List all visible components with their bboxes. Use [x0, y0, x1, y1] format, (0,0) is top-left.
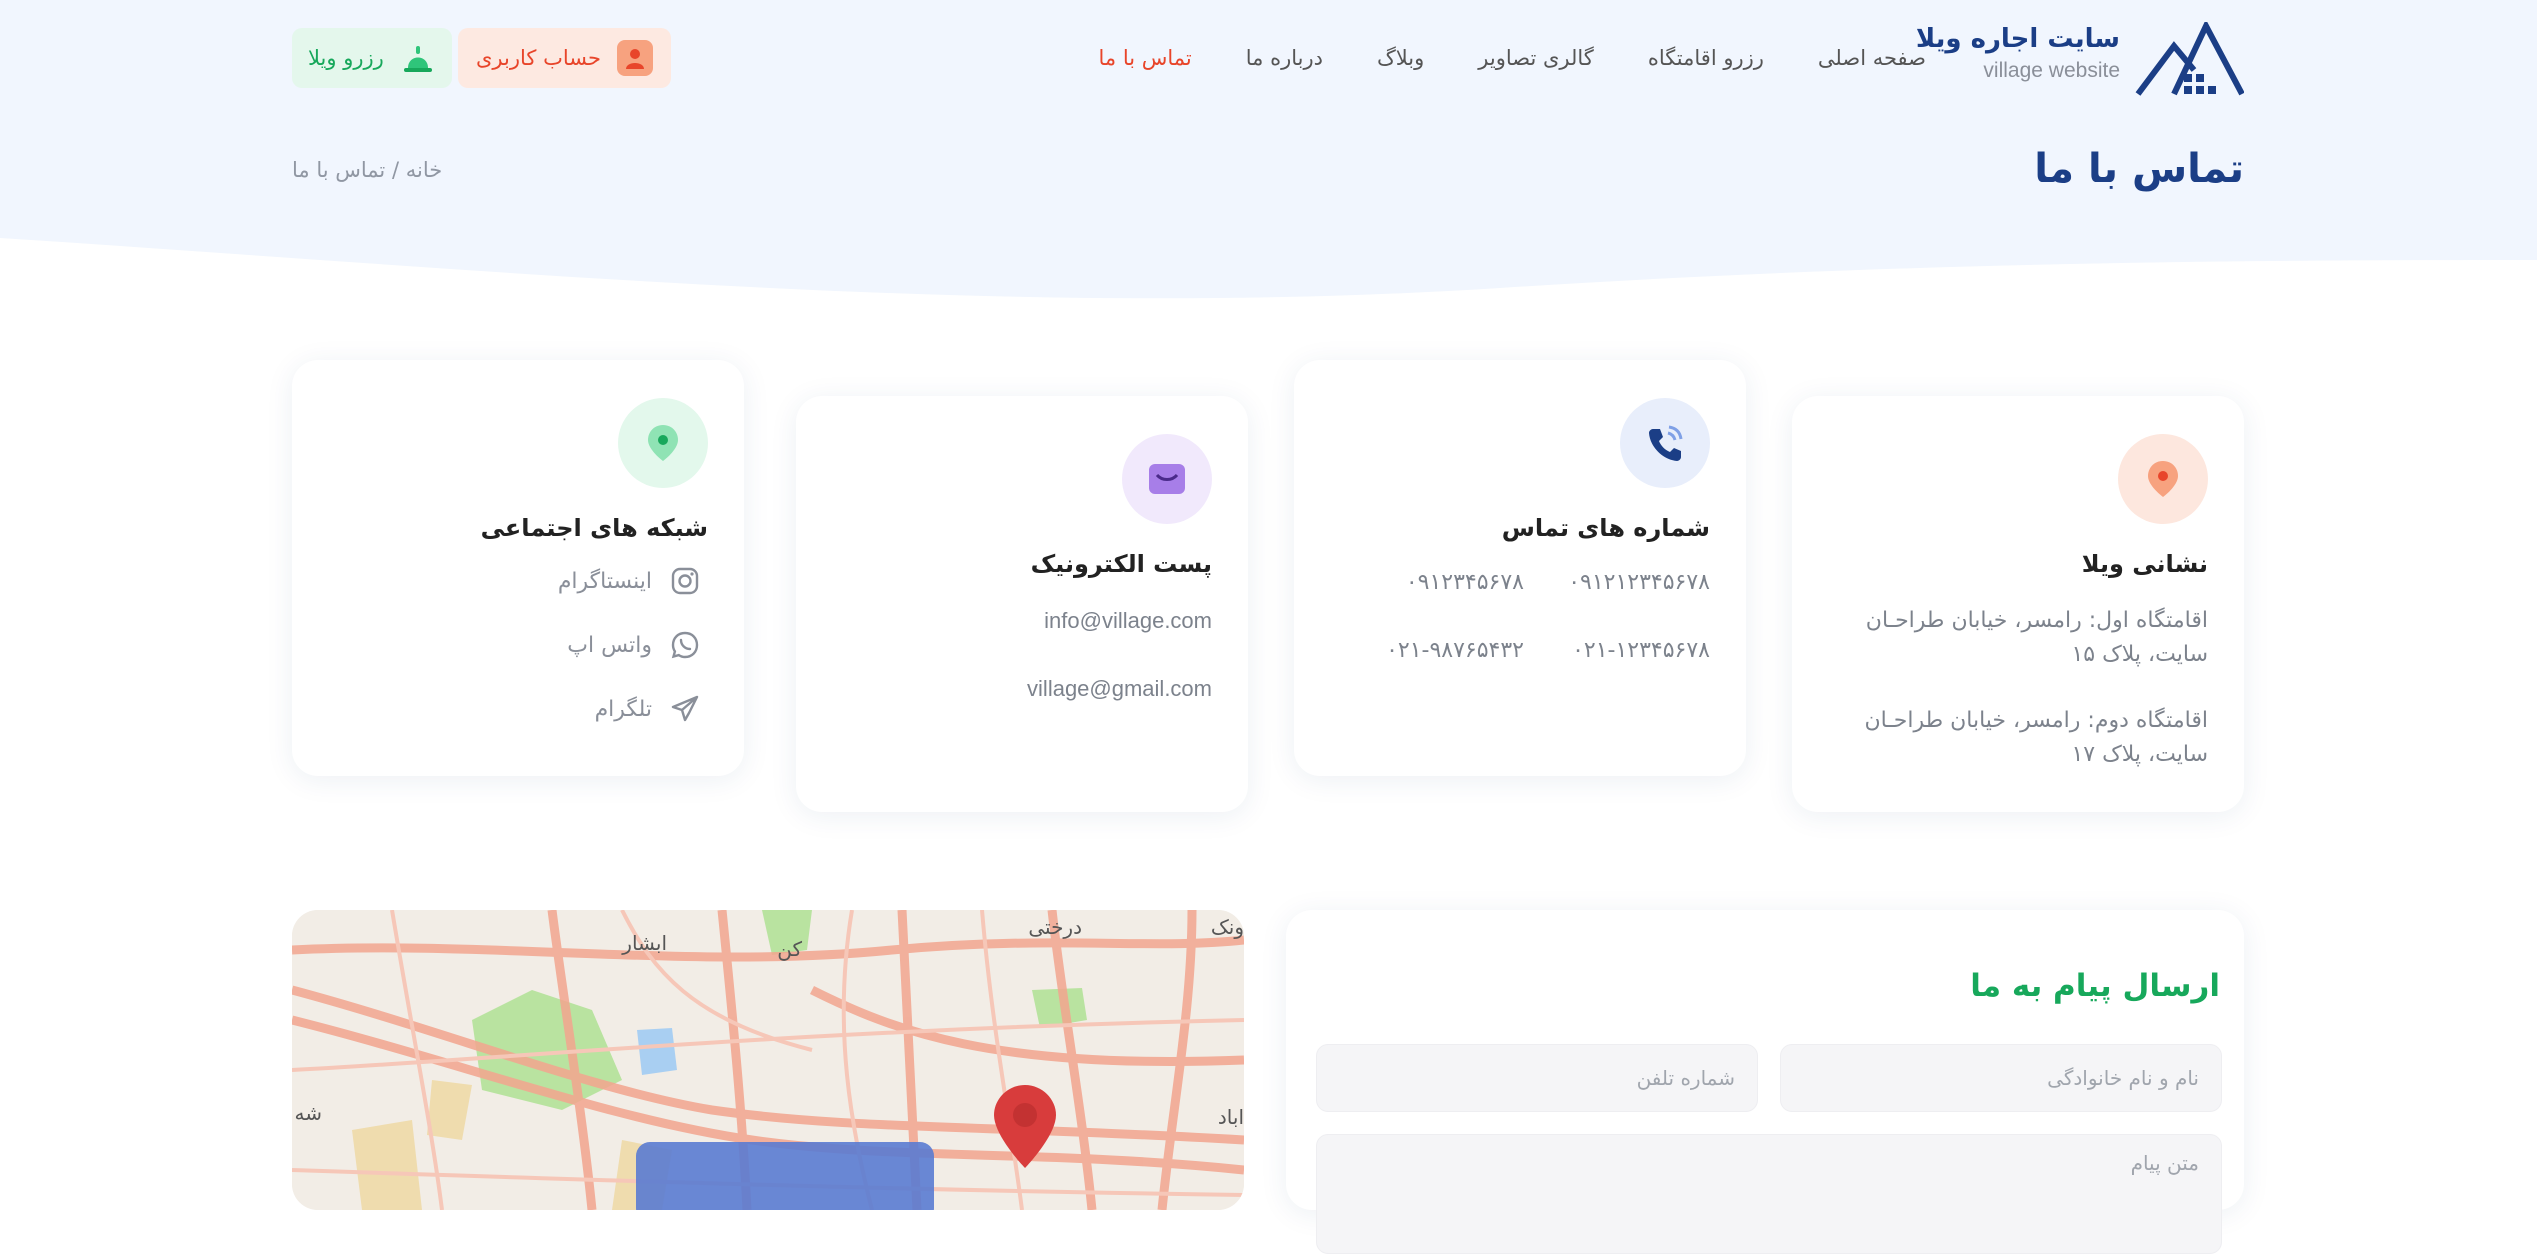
- phones-card-title: شماره های تماس: [1501, 514, 1710, 542]
- instagram-icon: [671, 567, 699, 595]
- reserve-villa-label: رزرو ویلا: [308, 46, 384, 70]
- bell-icon: [400, 40, 436, 76]
- user-icon: [616, 40, 653, 76]
- social-label-telegram: تلگرام: [594, 696, 652, 722]
- form-title: ارسال پیام به ما: [1970, 968, 2220, 1004]
- map-label-3: ابشار: [621, 931, 667, 955]
- email-address-2[interactable]: village@gmail.com: [1027, 672, 1212, 706]
- phone-number-1[interactable]: ۰۹۱۲۱۲۳۴۵۶۷۸: [1568, 566, 1710, 600]
- social-label-instagram: اینستاگرام: [557, 568, 652, 594]
- map-label-6: شه: [295, 1101, 322, 1125]
- social-card-title: شبکه های اجتماعی: [480, 514, 708, 542]
- phones-card: شماره های تماس ۰۹۱۲۱۲۳۴۵۶۷۸ ۰۹۱۲۳۴۵۶۷۸ ۰…: [1294, 360, 1746, 776]
- email-address-1[interactable]: info@village.com: [1044, 604, 1212, 638]
- email-card: پست الکترونیک info@village.com village@g…: [796, 396, 1248, 812]
- map-label-4: ونک: [1211, 915, 1244, 939]
- social-link-telegram[interactable]: تلگرام: [595, 694, 700, 724]
- social-card: شبکه های اجتماعی اینستاگرام واتس اپ تلگر…: [292, 360, 744, 776]
- location-map[interactable]: درختی کن ابشار ونک اباد شه: [292, 910, 1244, 1210]
- breadcrumb-separator: /: [391, 158, 400, 182]
- nav-item-reserve-lodging[interactable]: رزرو اقامتگاه: [1648, 38, 1764, 78]
- address-line-2: اقامتگاه دوم: رامسر، خیابان طراحـان سایت…: [1864, 708, 2208, 767]
- whatsapp-icon: [671, 631, 699, 659]
- location-icon: [618, 398, 708, 488]
- map-label-5: اباد: [1218, 1105, 1244, 1129]
- nav-item-contact[interactable]: تماس با ما: [1099, 38, 1192, 78]
- address-card-title: نشانی ویلا: [2081, 550, 2208, 578]
- account-button-label: حساب کاربری: [476, 46, 601, 70]
- reserve-villa-button[interactable]: رزرو ویلا: [292, 28, 452, 88]
- nav-item-about[interactable]: درباره ما: [1246, 38, 1323, 78]
- phone-icon: [1620, 398, 1710, 488]
- breadcrumb: خانه / تماس با ما: [292, 158, 442, 182]
- telegram-icon: [671, 695, 699, 722]
- address-card: نشانی ویلا اقامتگاه اول: رامسر، خیابان ط…: [1792, 396, 2244, 812]
- map-info-overlay: [636, 1142, 934, 1210]
- main-nav: صفحه اصلی رزرو اقامتگاه گالری تصاویر وبل…: [1099, 38, 1927, 78]
- map-canvas: درختی کن ابشار ونک اباد شه: [292, 910, 1244, 1210]
- location-pin-icon: [2118, 434, 2208, 524]
- map-label-1: درختی: [1028, 915, 1082, 939]
- contact-form: ارسال پیام به ما: [1286, 910, 2244, 1254]
- social-link-instagram[interactable]: اینستاگرام: [558, 566, 700, 596]
- email-card-title: پست الکترونیک: [1030, 550, 1212, 578]
- phone-number-2[interactable]: ۰۹۱۲۳۴۵۶۷۸: [1406, 566, 1524, 600]
- address-line-1: اقامتگاه اول: رامسر، خیابان طراحـان سایت…: [1865, 608, 2208, 667]
- phone-number-4[interactable]: ۰۲۱-۹۸۷۶۵۴۳۲: [1386, 634, 1524, 668]
- message-textarea[interactable]: [1316, 1134, 2222, 1254]
- social-link-whatsapp[interactable]: واتس اپ: [567, 630, 700, 660]
- logo-icon[interactable]: [2134, 22, 2244, 96]
- nav-item-gallery[interactable]: گالری تصاویر: [1478, 38, 1594, 78]
- map-label-2: کن: [777, 937, 802, 961]
- phone-number-3[interactable]: ۰۲۱-۱۲۳۴۵۶۷۸: [1572, 634, 1710, 668]
- mail-icon: [1122, 434, 1212, 524]
- page-title: تماس با ما: [2034, 146, 2244, 192]
- nav-item-home[interactable]: صفحه اصلی: [1818, 38, 1926, 78]
- breadcrumb-home[interactable]: خانه: [406, 158, 442, 182]
- brand-title: سایت اجاره ویلا: [1915, 24, 2120, 54]
- account-button[interactable]: حساب کاربری: [458, 28, 671, 88]
- social-label-whatsapp: واتس اپ: [567, 632, 652, 658]
- nav-item-blog[interactable]: وبلاگ: [1377, 38, 1424, 78]
- full-name-input[interactable]: [1780, 1044, 2222, 1112]
- page-container: سایت اجاره ویلا village website صفحه اصل…: [292, 0, 2244, 1254]
- brand-subtitle: village website: [1983, 59, 2120, 82]
- breadcrumb-current: تماس با ما: [292, 158, 386, 182]
- brand[interactable]: سایت اجاره ویلا village website: [1916, 22, 2120, 86]
- phone-input[interactable]: [1316, 1044, 1758, 1112]
